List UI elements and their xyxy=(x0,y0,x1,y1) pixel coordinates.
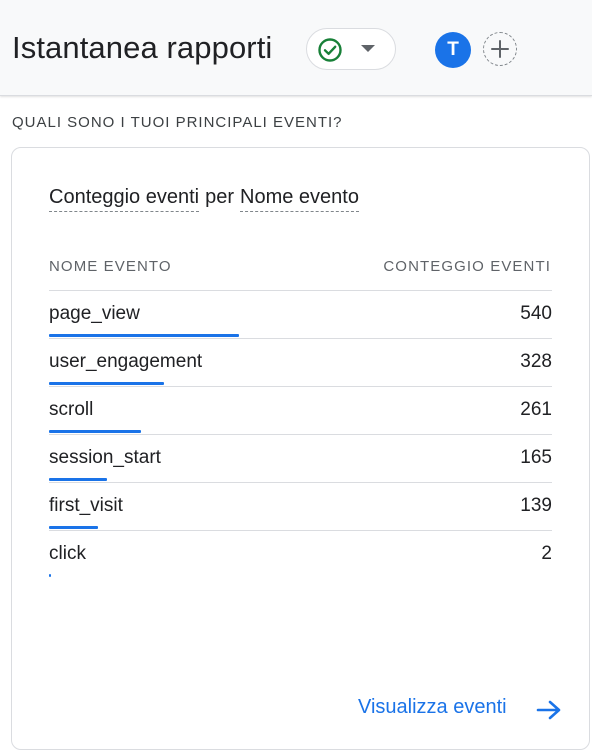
add-user-icon xyxy=(491,40,509,58)
events-table: page_view 540 user_engagement 328 scroll… xyxy=(49,290,552,578)
event-name: user_engagement xyxy=(49,351,203,372)
page-header: Istantanea rapporti T xyxy=(0,0,592,96)
event-count-bar xyxy=(49,430,141,433)
title-connector: per xyxy=(205,186,235,208)
event-name: session_start xyxy=(49,447,161,468)
event-count-bar xyxy=(49,574,51,577)
column-header-event-name: NOME EVENTO xyxy=(49,258,172,275)
event-count-bar xyxy=(49,382,165,385)
arrow-right-icon[interactable] xyxy=(535,698,563,722)
add-user-button[interactable] xyxy=(483,32,517,66)
check-circle-icon xyxy=(318,38,342,62)
event-name: first_visit xyxy=(49,495,123,516)
event-count: 2 xyxy=(541,543,552,564)
event-name: scroll xyxy=(49,399,94,420)
table-row[interactable]: page_view 540 xyxy=(49,290,552,338)
event-count: 261 xyxy=(520,399,552,420)
status-dropdown[interactable] xyxy=(306,28,396,70)
view-events-link[interactable]: Visualizza eventi xyxy=(358,696,507,719)
page-title: Istantanea rapporti xyxy=(12,30,273,65)
event-count: 165 xyxy=(520,447,552,468)
event-name: page_view xyxy=(49,303,140,324)
event-name: click xyxy=(49,543,86,564)
section-heading: QUALI SONO I TUOI PRINCIPALI EVENTI? xyxy=(12,114,343,131)
event-count-bar xyxy=(49,526,98,529)
event-count: 328 xyxy=(520,351,552,372)
table-row[interactable]: scroll 261 xyxy=(49,386,552,434)
event-count: 139 xyxy=(520,495,552,516)
card-title: Conteggio eventi per Nome evento xyxy=(49,186,359,212)
table-row[interactable]: click 2 xyxy=(49,530,552,578)
table-row[interactable]: first_visit 139 xyxy=(49,482,552,530)
event-count: 540 xyxy=(520,303,552,324)
event-count-bar xyxy=(49,334,239,337)
column-header-event-count: CONTEGGIO EVENTI xyxy=(383,258,551,275)
avatar[interactable]: T xyxy=(435,32,471,68)
caret-down-icon xyxy=(361,45,375,52)
top-events-card: Conteggio eventi per Nome evento NOME EVEN… xyxy=(11,147,590,750)
table-row[interactable]: user_engagement 328 xyxy=(49,338,552,386)
metric-selector[interactable]: Conteggio eventi xyxy=(49,186,200,212)
event-count-bar xyxy=(49,478,108,481)
dimension-selector[interactable]: Nome evento xyxy=(240,186,359,212)
table-row[interactable]: session_start 165 xyxy=(49,434,552,482)
